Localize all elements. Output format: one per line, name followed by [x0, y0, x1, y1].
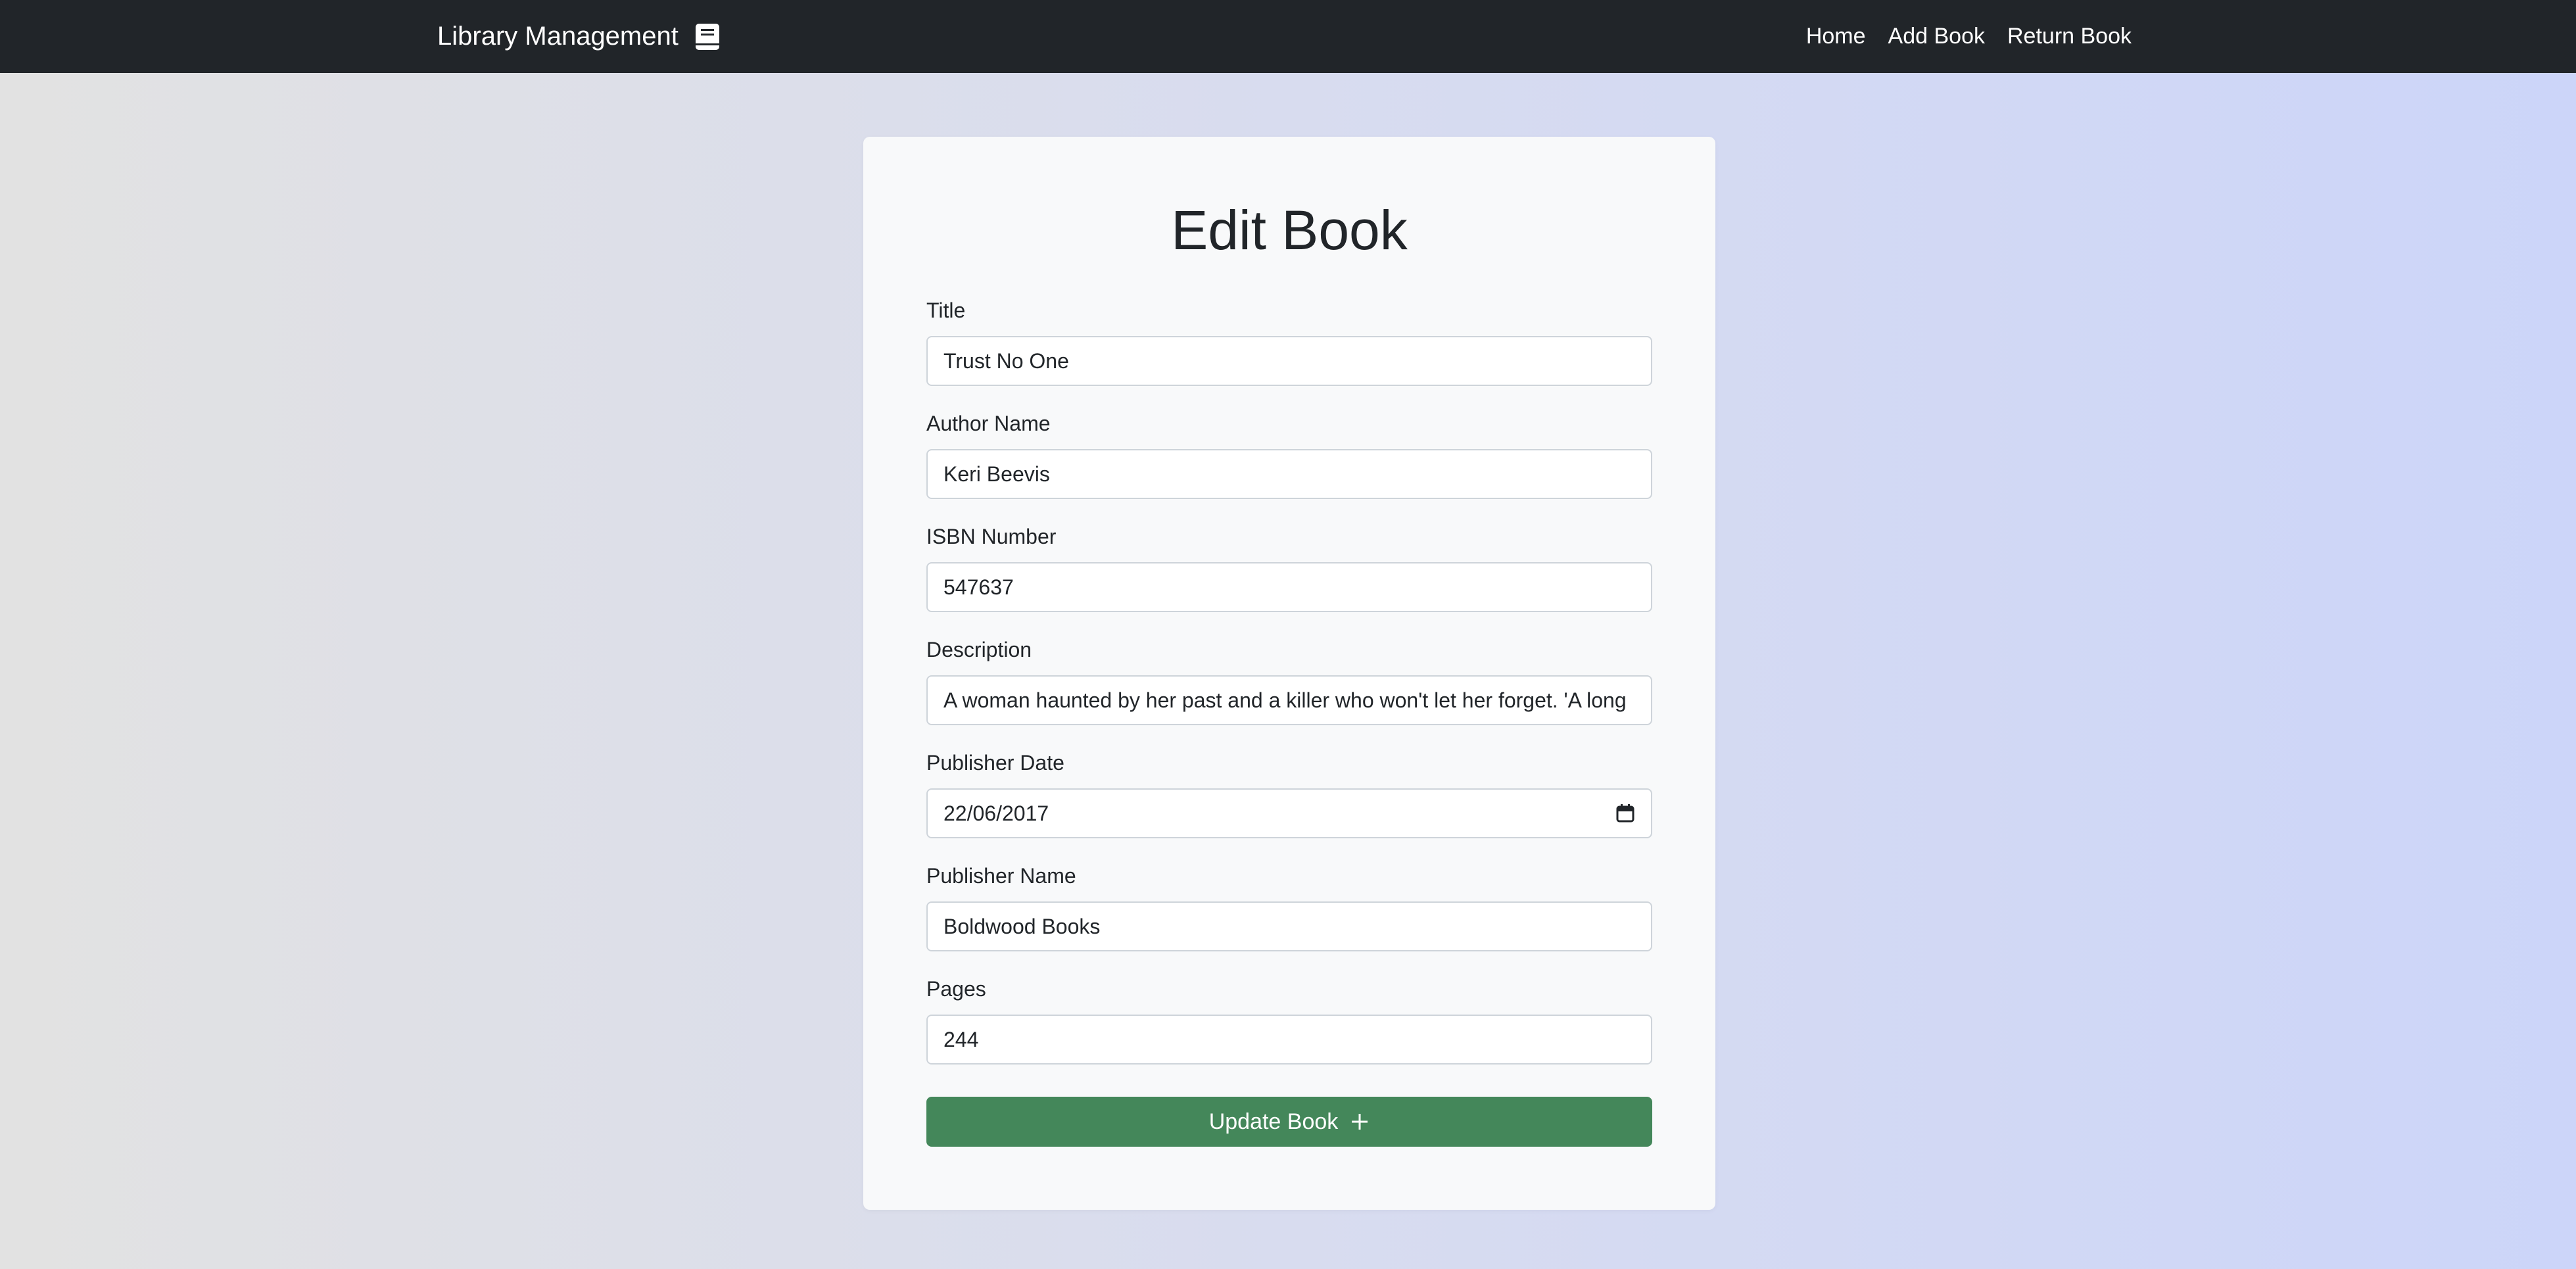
- navbar: Library Management Home Add Book Return …: [0, 0, 2576, 73]
- edit-book-card: Edit Book Title Trust No One Author Name…: [863, 137, 1715, 1210]
- description-input[interactable]: A woman haunted by her past and a killer…: [926, 675, 1652, 725]
- isbn-label: ISBN Number: [926, 525, 1057, 548]
- title-label: Title: [926, 299, 966, 322]
- author-input[interactable]: Keri Beevis: [926, 449, 1652, 499]
- nav-link-return-book[interactable]: Return Book: [2007, 24, 2132, 49]
- pages-input[interactable]: 244: [926, 1015, 1652, 1065]
- publisher-name-label: Publisher Name: [926, 864, 1076, 888]
- publisher-name-input[interactable]: Boldwood Books: [926, 901, 1652, 951]
- plus-icon: [1350, 1112, 1370, 1132]
- title-value: Trust No One: [943, 348, 1069, 373]
- nav-link-add-book[interactable]: Add Book: [1888, 24, 1985, 49]
- brand-link[interactable]: Library Management: [437, 0, 720, 73]
- calendar-icon[interactable]: [1615, 803, 1635, 823]
- author-label: Author Name: [926, 412, 1051, 435]
- publisher-name-value: Boldwood Books: [943, 914, 1101, 938]
- description-value: A woman haunted by her past and a killer…: [943, 688, 1627, 712]
- title-input[interactable]: Trust No One: [926, 336, 1652, 386]
- publisher-date-value: 22/06/2017: [943, 801, 1049, 825]
- book-icon: [695, 23, 720, 51]
- pages-label: Pages: [926, 977, 986, 1001]
- pages-value: 244: [943, 1027, 979, 1051]
- nav-link-home[interactable]: Home: [1806, 24, 1866, 49]
- publisher-date-input[interactable]: 22/06/2017: [926, 788, 1652, 838]
- author-value: Keri Beevis: [943, 462, 1050, 486]
- update-book-label: Update Book: [1208, 1109, 1339, 1134]
- publisher-date-label: Publisher Date: [926, 751, 1064, 775]
- brand-label: Library Management: [437, 22, 679, 51]
- description-label: Description: [926, 638, 1032, 661]
- nav-links: Home Add Book Return Book: [1806, 0, 2132, 73]
- isbn-value: 547637: [943, 575, 1014, 599]
- page-title: Edit Book: [1171, 199, 1408, 261]
- update-book-button[interactable]: Update Book: [926, 1097, 1652, 1147]
- isbn-input[interactable]: 547637: [926, 562, 1652, 612]
